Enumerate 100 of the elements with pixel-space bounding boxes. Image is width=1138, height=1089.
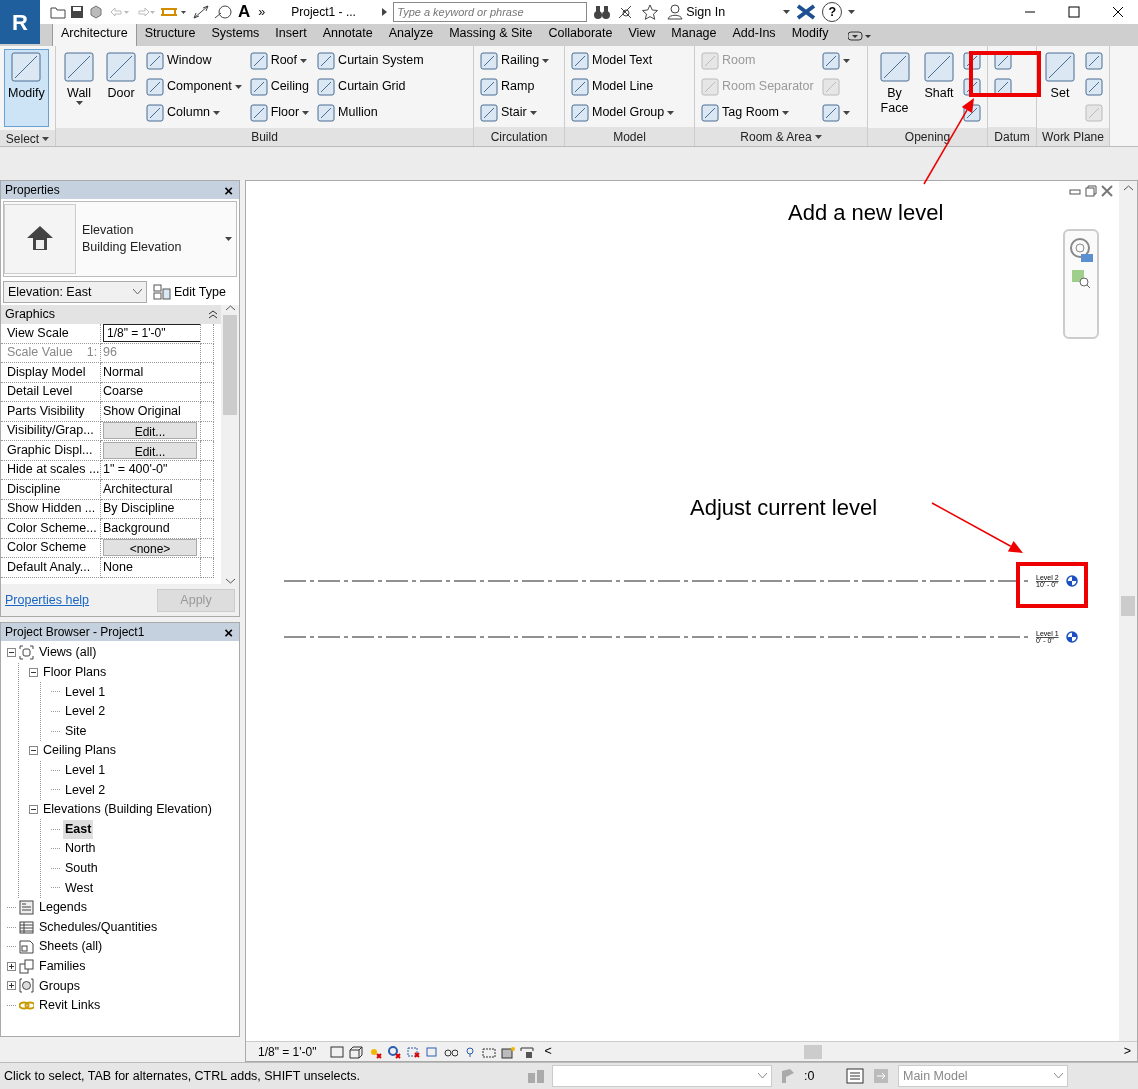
collapse-box-icon[interactable] [29, 667, 38, 677]
tree-item[interactable]: Level 2 [63, 702, 108, 721]
exchange-logo-icon[interactable] [796, 4, 817, 20]
level-line[interactable] [283, 580, 1030, 582]
expand-box-icon[interactable] [7, 961, 16, 971]
ribbon-tab[interactable]: Manage [663, 24, 725, 46]
icon-button[interactable] [1083, 75, 1105, 98]
steering-wheel-icon[interactable] [1069, 237, 1093, 263]
collapse-box-icon[interactable] [29, 746, 38, 756]
ribbon-button[interactable]: Model Group [569, 101, 677, 124]
panel-toggle-icon[interactable] [848, 31, 873, 41]
crop-icon[interactable] [405, 1044, 420, 1059]
ribbon-tab[interactable]: Modify [783, 24, 837, 46]
tree-item[interactable]: Families [37, 956, 88, 976]
icon-button[interactable] [1083, 49, 1105, 72]
tree-item[interactable]: Level 1 [63, 682, 108, 702]
ribbon-tab[interactable]: Structure [136, 24, 204, 46]
tree-item[interactable]: Groups [37, 976, 82, 996]
ribbon-tab[interactable]: Analyze [380, 24, 442, 46]
ribbon-button[interactable]: Ceiling [247, 75, 312, 98]
panel-dropdown[interactable]: Room & Area [695, 127, 867, 146]
binoculars-icon[interactable] [593, 4, 612, 20]
ribbon-button[interactable]: Modify [4, 49, 49, 127]
collapse-box-icon[interactable] [29, 805, 38, 815]
instance-dropdown[interactable]: Elevation: East [3, 281, 147, 303]
property-edit-button[interactable]: Edit... [103, 422, 197, 440]
ribbon-button[interactable]: Ramp [478, 75, 552, 98]
icon-button[interactable] [819, 101, 852, 124]
tree-item[interactable]: South [63, 858, 100, 878]
property-edit-button[interactable]: Edit... [103, 441, 197, 459]
ribbon-tab[interactable]: Annotate [314, 24, 381, 46]
ribbon-tab[interactable]: View [620, 24, 664, 46]
ribbon-button[interactable]: Wall [60, 49, 98, 125]
ribbon-tab[interactable]: Add-Ins [724, 24, 784, 46]
sign-in-button[interactable]: Sign In [665, 0, 778, 24]
ribbon-button[interactable]: Roof [247, 49, 312, 72]
ribbon-button[interactable]: Door [102, 49, 140, 125]
collapse-box-icon[interactable] [7, 648, 16, 658]
tree-item[interactable]: West [63, 878, 96, 898]
zoom-icon[interactable] [1071, 269, 1091, 289]
search-field[interactable]: Type a keyword or phrase [393, 2, 588, 22]
folder-icon[interactable] [50, 5, 66, 19]
ribbon-button[interactable]: Floor [247, 101, 312, 124]
text-tool-button[interactable]: A [236, 0, 253, 24]
ribbon-button[interactable]: Tag Room [699, 101, 816, 124]
ribbon-button[interactable]: By Face [872, 49, 917, 125]
close-button[interactable]: × [222, 182, 235, 198]
level-line[interactable] [283, 636, 1030, 638]
tree-item[interactable]: East [63, 819, 94, 839]
ribbon-tab[interactable]: Systems [203, 24, 268, 46]
scroll-left-button[interactable]: < [542, 1040, 554, 1063]
ribbon-tab[interactable]: Insert [267, 24, 315, 46]
measure-icon[interactable] [160, 5, 188, 19]
tree-item[interactable]: Level 2 [63, 780, 108, 800]
ribbon-button[interactable]: Column [144, 101, 244, 124]
level-head-icon[interactable] [1066, 631, 1078, 643]
scroll-up-icon[interactable] [225, 305, 235, 311]
edit-type-button[interactable]: Edit Type [153, 282, 226, 302]
property-edit-button[interactable]: <none> [103, 539, 197, 557]
ribbon-tab[interactable]: Collaborate [540, 24, 621, 46]
maximize-icon[interactable] [1068, 6, 1080, 18]
ribbon-button[interactable]: Mullion [315, 101, 426, 124]
tag-icon[interactable] [214, 4, 232, 20]
scrollbar-thumb[interactable] [803, 1044, 822, 1059]
ribbon-button[interactable]: Railing [478, 49, 552, 72]
save-icon[interactable] [70, 5, 84, 19]
tree-item[interactable]: Ceiling Plans [41, 741, 118, 761]
tree-item[interactable]: Views (all) [37, 643, 99, 663]
model-dropdown[interactable]: Main Model [898, 1065, 1068, 1087]
collapse-icon[interactable] [209, 310, 217, 319]
scroll-down-icon[interactable] [225, 578, 235, 584]
panel-dropdown[interactable]: Select [0, 130, 55, 146]
level-head-icon[interactable] [1066, 575, 1078, 587]
tree-item[interactable]: Site [63, 721, 89, 741]
tree-item[interactable]: Floor Plans [41, 663, 109, 682]
properties-help-link[interactable]: Properties help [5, 590, 90, 610]
ribbon-button[interactable]: Model Text [569, 49, 677, 72]
ribbon-tab[interactable]: Architecture [52, 24, 137, 46]
dimension-icon[interactable] [192, 4, 210, 20]
expand-box-icon[interactable] [7, 981, 16, 991]
scale-button[interactable]: 1/8" = 1'-0" [256, 1040, 319, 1063]
close-icon[interactable] [1112, 6, 1124, 18]
tree-item[interactable]: Revit Links [37, 996, 103, 1015]
scroll-right-button[interactable]: > [1121, 1040, 1133, 1063]
ribbon-button[interactable]: Set [1041, 49, 1079, 125]
tree-item[interactable]: Elevations (Building Elevation) [41, 800, 214, 819]
box-icon[interactable] [348, 1044, 363, 1059]
property-field[interactable]: 1/8" = 1'-0" [103, 324, 200, 343]
scrollbar-thumb[interactable] [223, 315, 237, 415]
ribbon-button[interactable]: Stair [478, 101, 552, 124]
ribbon-button[interactable]: Curtain System [315, 49, 426, 72]
ribbon-button[interactable]: Component [144, 75, 244, 98]
more-button[interactable]: » [256, 0, 268, 24]
type-selector[interactable]: Elevation Building Elevation [3, 201, 237, 277]
tree-item[interactable]: Level 1 [63, 761, 108, 780]
tree-item[interactable]: Sheets (all) [37, 937, 105, 957]
ribbon-button[interactable]: Window [144, 49, 244, 72]
tree-item[interactable]: Schedules/Quantities [37, 917, 160, 937]
app-logo[interactable]: R [0, 0, 40, 44]
filter-list-icon[interactable] [846, 1067, 866, 1085]
